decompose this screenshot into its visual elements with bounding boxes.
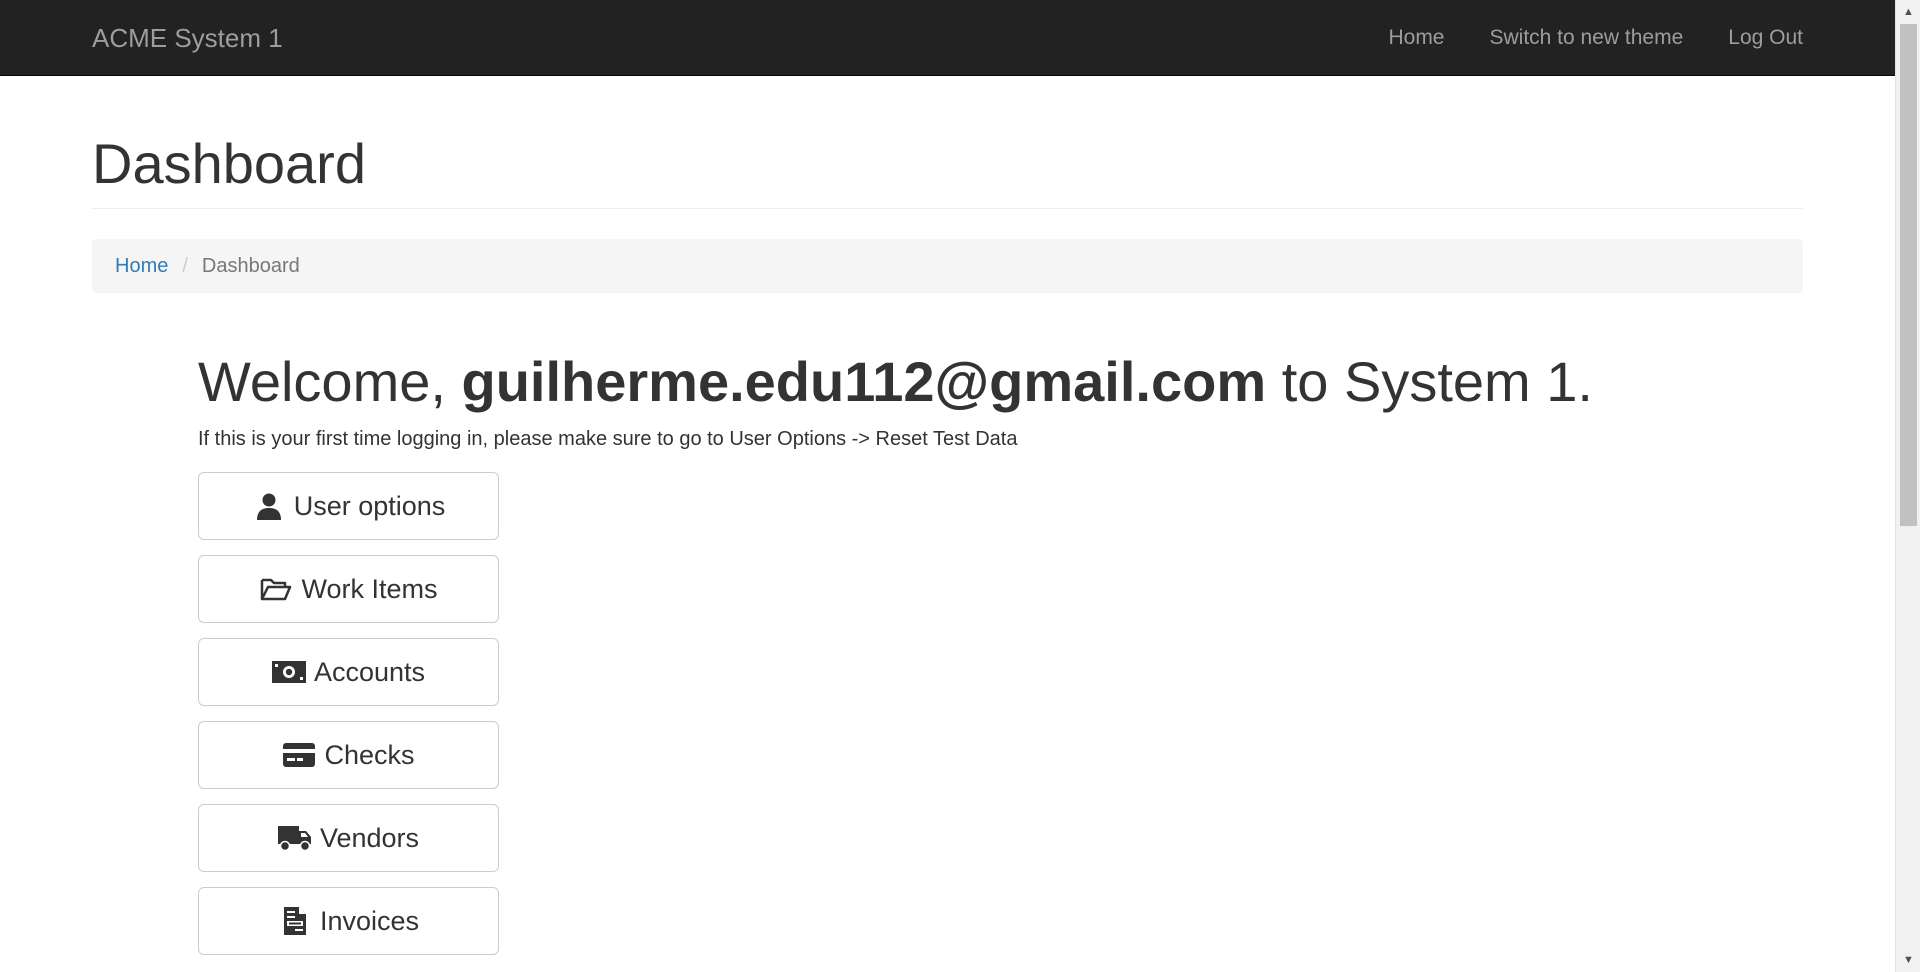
money-bill-icon	[271, 657, 306, 687]
accounts-button[interactable]: Accounts	[198, 638, 499, 706]
checks-button[interactable]: Checks	[198, 721, 499, 789]
user-options-button[interactable]: User options	[198, 472, 499, 540]
brand-link[interactable]: ACME System 1	[92, 0, 283, 76]
invoices-button[interactable]: Invoices	[198, 887, 499, 955]
truck-icon	[277, 823, 312, 853]
nav-logout-link[interactable]: Log Out	[1728, 26, 1803, 50]
scroll-down-arrow-icon[interactable]: ▼	[1896, 950, 1920, 970]
breadcrumb-home-link[interactable]: Home	[115, 255, 168, 278]
dashboard-menu: User options Work Items Accounts Checks …	[198, 472, 499, 970]
first-login-hint: If this is your first time logging in, p…	[198, 428, 1018, 450]
navbar-links: Home Switch to new theme Log Out	[1388, 0, 1803, 76]
page-title: Dashboard	[92, 132, 366, 195]
breadcrumb: Home / Dashboard	[92, 239, 1803, 293]
vendors-button[interactable]: Vendors	[198, 804, 499, 872]
vendors-label: Vendors	[319, 822, 420, 853]
work-items-button[interactable]: Work Items	[198, 555, 499, 623]
scroll-thumb[interactable]	[1900, 24, 1917, 526]
welcome-prefix: Welcome,	[198, 350, 462, 413]
breadcrumb-current: Dashboard	[201, 254, 300, 277]
work-items-label: Work Items	[301, 573, 438, 604]
invoices-label: Invoices	[319, 905, 420, 936]
credit-card-icon	[282, 740, 316, 770]
page-scrollbar[interactable]: ▲ ▼	[1895, 0, 1920, 972]
folder-open-icon	[259, 574, 293, 604]
checks-label: Checks	[324, 739, 415, 770]
scroll-up-arrow-icon[interactable]: ▲	[1896, 2, 1920, 22]
welcome-user-email: guilherme.edu112@gmail.com	[461, 350, 1267, 413]
accounts-label: Accounts	[313, 656, 426, 687]
top-navbar: ACME System 1 Home Switch to new theme L…	[0, 0, 1895, 76]
breadcrumb-separator: /	[182, 254, 188, 277]
nav-home-link[interactable]: Home	[1388, 26, 1444, 50]
user-options-label: User options	[293, 490, 446, 521]
nav-switch-theme-link[interactable]: Switch to new theme	[1490, 26, 1684, 50]
file-invoice-icon	[278, 906, 312, 936]
welcome-suffix: to System 1.	[1266, 350, 1593, 413]
header-divider	[92, 208, 1803, 209]
user-icon	[252, 491, 286, 521]
welcome-heading: Welcome, guilherme.edu112@gmail.com to S…	[198, 346, 1593, 418]
